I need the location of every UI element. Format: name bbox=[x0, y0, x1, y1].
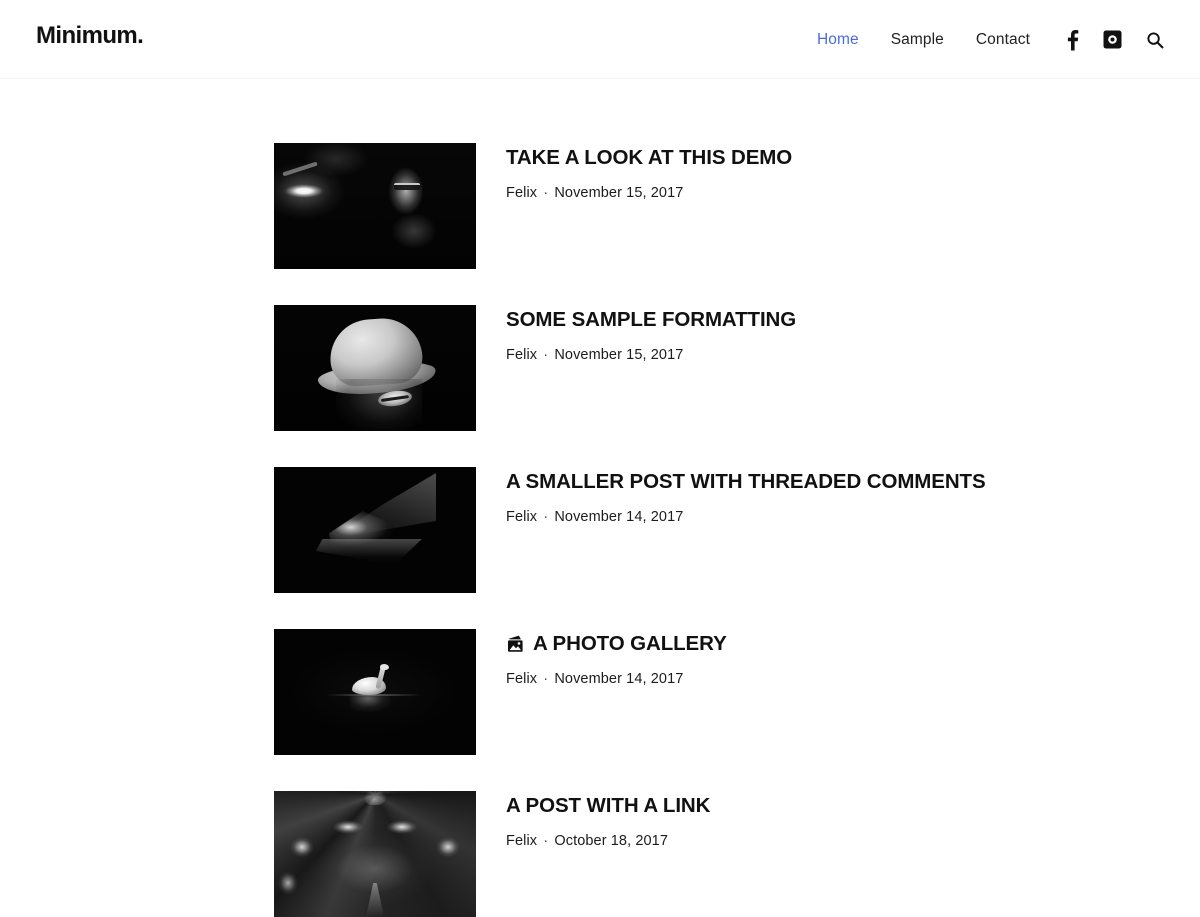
post-title-link[interactable]: A PHOTO GALLERY bbox=[506, 631, 940, 657]
meta-separator: · bbox=[543, 832, 549, 849]
photo-portrait-lamp bbox=[274, 143, 476, 269]
meta-separator: · bbox=[543, 508, 549, 525]
swan-head-shape bbox=[380, 664, 389, 670]
site-header: Minimum. Home Sample Contact bbox=[0, 0, 1200, 79]
post-thumbnail-image bbox=[274, 791, 476, 917]
post-date[interactable]: November 15, 2017 bbox=[554, 185, 683, 201]
post-thumbnail-image bbox=[274, 629, 476, 755]
post-item: A POST WITH A LINK Felix · October 18, 2… bbox=[274, 791, 940, 917]
triangle-ground-shape bbox=[316, 539, 422, 565]
post-date[interactable]: November 14, 2017 bbox=[554, 671, 683, 687]
post-item: A PHOTO GALLERY Felix · November 14, 201… bbox=[274, 629, 940, 755]
swan-reflection-shape bbox=[350, 695, 390, 711]
post-title-text: A POST WITH A LINK bbox=[506, 794, 711, 817]
vault-center-shape bbox=[366, 883, 384, 917]
post-body: TAKE A LOOK AT THIS DEMO Felix · Novembe… bbox=[476, 143, 940, 203]
facebook-icon[interactable] bbox=[1054, 29, 1091, 51]
meta-separator: · bbox=[543, 184, 549, 201]
post-item: SOME SAMPLE FORMATTING Felix · November … bbox=[274, 305, 940, 431]
post-thumbnail-link[interactable] bbox=[274, 143, 476, 269]
post-title-link[interactable]: A SMALLER POST WITH THREADED COMMENTS bbox=[506, 469, 986, 495]
post-body: SOME SAMPLE FORMATTING Felix · November … bbox=[476, 305, 940, 365]
search-icon[interactable] bbox=[1134, 31, 1176, 49]
post-date[interactable]: October 18, 2017 bbox=[554, 833, 668, 849]
post-meta: Felix · November 14, 2017 bbox=[506, 507, 986, 527]
post-title-text: A PHOTO GALLERY bbox=[533, 632, 727, 655]
vault-keystone-shape bbox=[364, 791, 386, 805]
post-date[interactable]: November 14, 2017 bbox=[554, 509, 683, 525]
hat-crown-shape bbox=[327, 315, 425, 389]
post-author[interactable]: Felix bbox=[506, 671, 537, 687]
post-thumbnail-image bbox=[274, 305, 476, 431]
social-links bbox=[1054, 29, 1176, 51]
post-author[interactable]: Felix bbox=[506, 509, 537, 525]
meta-separator: · bbox=[543, 670, 549, 687]
post-title-link[interactable]: TAKE A LOOK AT THIS DEMO bbox=[506, 145, 940, 171]
post-author[interactable]: Felix bbox=[506, 347, 537, 363]
post-meta: Felix · November 15, 2017 bbox=[506, 345, 940, 365]
nav-item-sample[interactable]: Sample bbox=[875, 32, 960, 48]
post-meta: Felix · October 18, 2017 bbox=[506, 831, 940, 851]
post-title-text: A SMALLER POST WITH THREADED COMMENTS bbox=[506, 470, 986, 493]
post-thumbnail-image bbox=[274, 467, 476, 593]
post-author[interactable]: Felix bbox=[506, 185, 537, 201]
photo-triangle-opening bbox=[274, 467, 476, 593]
post-title-text: SOME SAMPLE FORMATTING bbox=[506, 308, 797, 331]
face-shade-shape bbox=[336, 379, 422, 431]
site-title-logo[interactable]: Minimum. bbox=[36, 24, 144, 48]
post-thumbnail-link[interactable] bbox=[274, 467, 476, 593]
post-thumbnail-image bbox=[274, 143, 476, 269]
main-content: TAKE A LOOK AT THIS DEMO Felix · Novembe… bbox=[0, 79, 1200, 917]
post-thumbnail-link[interactable] bbox=[274, 305, 476, 431]
photo-hat-portrait bbox=[274, 305, 476, 431]
post-list: TAKE A LOOK AT THIS DEMO Felix · Novembe… bbox=[274, 143, 986, 917]
post-meta: Felix · November 14, 2017 bbox=[506, 669, 940, 689]
post-title-link[interactable]: SOME SAMPLE FORMATTING bbox=[506, 307, 940, 333]
nav-item-home[interactable]: Home bbox=[801, 32, 875, 48]
post-thumbnail-link[interactable] bbox=[274, 629, 476, 755]
photo-swan-water bbox=[274, 629, 476, 755]
instagram-icon[interactable] bbox=[1091, 30, 1134, 49]
post-author[interactable]: Felix bbox=[506, 833, 537, 849]
post-thumbnail-link[interactable] bbox=[274, 791, 476, 917]
post-body: A PHOTO GALLERY Felix · November 14, 201… bbox=[476, 629, 940, 689]
post-date[interactable]: November 15, 2017 bbox=[554, 347, 683, 363]
meta-separator: · bbox=[543, 346, 549, 363]
post-title-text: TAKE A LOOK AT THIS DEMO bbox=[506, 146, 793, 169]
post-body: A POST WITH A LINK Felix · October 18, 2… bbox=[476, 791, 940, 851]
photo-cathedral-vault bbox=[274, 791, 476, 917]
gallery-icon bbox=[506, 635, 527, 654]
nav-item-contact[interactable]: Contact bbox=[960, 32, 1046, 48]
main-navigation: Home Sample Contact bbox=[801, 0, 1176, 79]
post-body: A SMALLER POST WITH THREADED COMMENTS Fe… bbox=[476, 467, 986, 527]
post-meta: Felix · November 15, 2017 bbox=[506, 183, 940, 203]
post-title-link[interactable]: A POST WITH A LINK bbox=[506, 793, 940, 819]
post-item: TAKE A LOOK AT THIS DEMO Felix · Novembe… bbox=[274, 143, 940, 269]
post-item: A SMALLER POST WITH THREADED COMMENTS Fe… bbox=[274, 467, 986, 593]
